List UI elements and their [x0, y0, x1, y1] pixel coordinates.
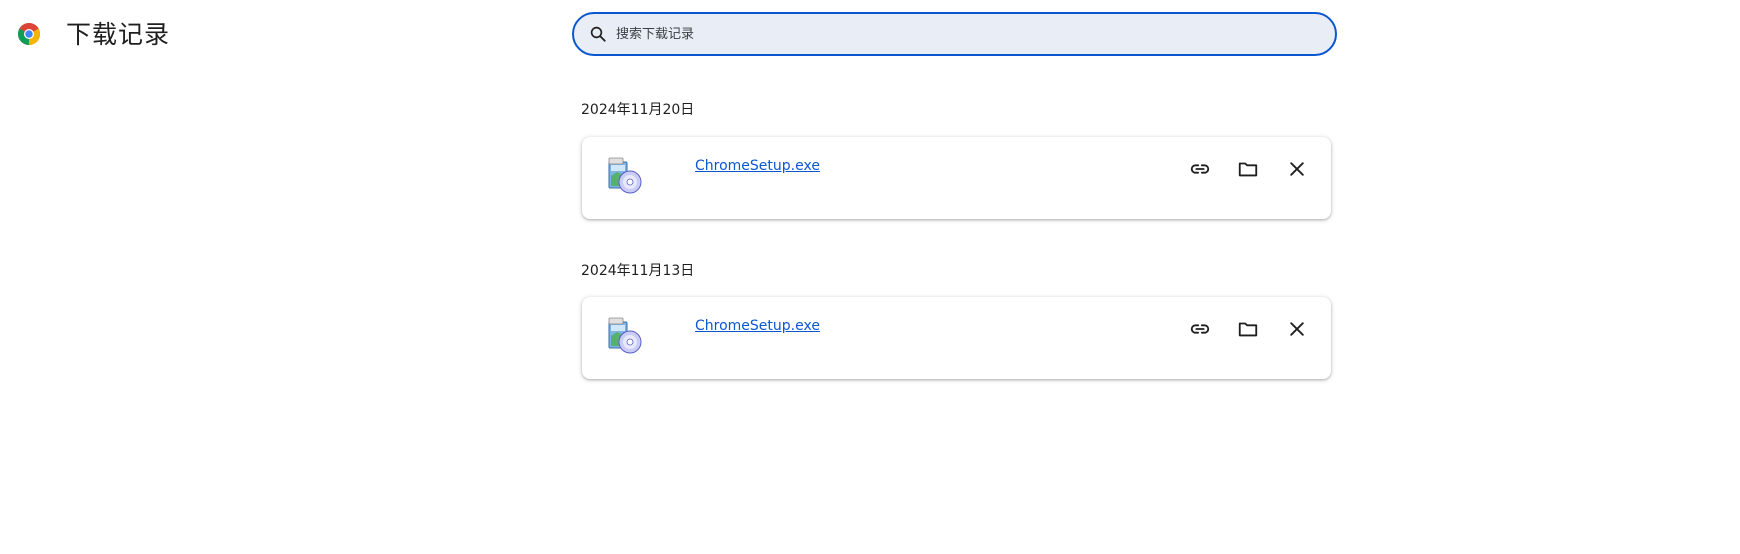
installer-icon — [608, 157, 642, 194]
search-box[interactable] — [572, 12, 1337, 56]
download-item: ChromeSetup.exe — [582, 297, 1331, 379]
chrome-logo-icon — [18, 23, 40, 45]
copy-link-button[interactable] — [1185, 314, 1215, 344]
remove-button[interactable] — [1282, 314, 1312, 344]
download-item: ChromeSetup.exe — [582, 137, 1331, 219]
downloads-page: 下载记录 2024年11月20日 ChromeSetup.exe — [0, 0, 1740, 554]
search-icon — [588, 24, 608, 44]
copy-link-button[interactable] — [1185, 154, 1215, 184]
copy-link-icon — [1190, 324, 1210, 334]
date-header: 2024年11月20日 — [581, 102, 695, 118]
page-title: 下载记录 — [66, 20, 171, 49]
date-header: 2024年11月13日 — [581, 263, 695, 279]
close-icon — [1290, 162, 1304, 176]
show-in-folder-button[interactable] — [1233, 314, 1263, 344]
folder-icon — [1238, 322, 1258, 337]
search-input[interactable] — [616, 22, 1335, 46]
copy-link-icon — [1190, 164, 1210, 174]
file-name-link[interactable]: ChromeSetup.exe — [695, 158, 820, 174]
file-name-link[interactable]: ChromeSetup.exe — [695, 318, 820, 334]
show-in-folder-button[interactable] — [1233, 154, 1263, 184]
close-icon — [1290, 322, 1304, 336]
folder-icon — [1238, 162, 1258, 177]
remove-button[interactable] — [1282, 154, 1312, 184]
installer-icon — [608, 317, 642, 354]
